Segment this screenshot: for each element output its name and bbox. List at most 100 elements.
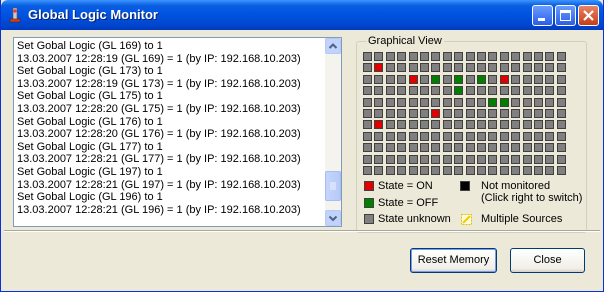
scroll-thumb[interactable] [325,171,341,201]
state-cell[interactable] [488,166,498,175]
state-cell[interactable] [488,154,498,164]
state-cell[interactable] [545,109,555,118]
state-cell[interactable] [420,109,429,118]
state-cell[interactable] [431,154,441,164]
state-cell[interactable] [465,143,475,153]
state-cell[interactable] [511,154,521,164]
state-cell[interactable] [534,166,543,175]
state-cell[interactable] [442,86,452,96]
state-cell[interactable] [374,86,384,96]
state-cell[interactable] [363,109,372,118]
state-cell[interactable] [465,131,475,141]
state-cell[interactable] [534,109,543,118]
close-window-button[interactable] [578,5,599,26]
state-cell[interactable] [465,86,475,96]
close-button[interactable]: Close [510,248,585,273]
state-cell[interactable] [385,74,395,84]
state-cell[interactable] [374,74,384,84]
state-cell[interactable] [442,74,452,84]
state-cell[interactable] [363,131,372,141]
state-cell[interactable] [385,63,395,73]
state-cell[interactable] [545,120,555,130]
state-cell[interactable] [408,154,418,164]
state-cell[interactable] [534,97,543,107]
state-cell[interactable] [454,52,464,61]
state-cell[interactable] [431,52,441,61]
state-cell[interactable] [511,120,521,130]
state-cell[interactable] [499,97,509,107]
state-cell[interactable] [385,166,395,175]
scroll-down-button[interactable] [325,210,341,226]
state-cell[interactable] [374,52,384,61]
state-cell[interactable] [556,97,566,107]
state-cell[interactable] [385,120,395,130]
state-cell[interactable] [363,97,372,107]
state-cell[interactable] [556,63,566,73]
state-cell[interactable] [556,74,566,84]
event-log[interactable]: Set Gobal Logic (GL 169) to 1 13.03.2007 … [13,37,342,227]
state-cell[interactable] [556,143,566,153]
state-cell[interactable] [374,109,384,118]
state-cell[interactable] [477,86,486,96]
state-cell[interactable] [431,63,441,73]
state-cell[interactable] [397,154,407,164]
state-cell[interactable] [385,154,395,164]
state-cell[interactable] [363,166,372,175]
state-cell[interactable] [499,74,509,84]
state-cell[interactable] [545,166,555,175]
state-cell[interactable] [511,109,521,118]
state-cell[interactable] [465,120,475,130]
state-cell[interactable] [477,74,486,84]
state-cell[interactable] [488,86,498,96]
state-cell[interactable] [477,109,486,118]
state-cell[interactable] [397,63,407,73]
state-cell[interactable] [465,74,475,84]
state-cell[interactable] [556,109,566,118]
state-cell[interactable] [385,97,395,107]
state-cell[interactable] [511,74,521,84]
state-cell[interactable] [454,143,464,153]
state-cell[interactable] [431,109,441,118]
state-cell[interactable] [363,86,372,96]
state-cell[interactable] [522,143,532,153]
log-scrollbar[interactable] [325,38,341,226]
state-cell[interactable] [374,131,384,141]
state-cell[interactable] [488,97,498,107]
state-cell[interactable] [488,109,498,118]
state-cell[interactable] [442,63,452,73]
state-cell[interactable] [522,74,532,84]
state-cell[interactable] [442,97,452,107]
state-cell[interactable] [534,120,543,130]
state-cell[interactable] [442,131,452,141]
state-cell[interactable] [397,109,407,118]
state-cell[interactable] [488,120,498,130]
state-cell[interactable] [511,86,521,96]
state-cell[interactable] [499,120,509,130]
state-cell[interactable] [499,166,509,175]
state-cell[interactable] [477,154,486,164]
state-cell[interactable] [397,120,407,130]
state-cell[interactable] [363,52,372,61]
state-cell[interactable] [488,74,498,84]
state-cell[interactable] [363,74,372,84]
state-cell[interactable] [545,52,555,61]
state-cell[interactable] [454,131,464,141]
state-cell[interactable] [511,166,521,175]
state-cell[interactable] [522,131,532,141]
state-cell[interactable] [385,143,395,153]
state-cell[interactable] [534,63,543,73]
state-cell[interactable] [545,154,555,164]
state-cell[interactable] [397,52,407,61]
state-cell[interactable] [408,166,418,175]
state-cell[interactable] [420,52,429,61]
state-cell[interactable] [454,97,464,107]
state-cell[interactable] [499,131,509,141]
state-cell[interactable] [454,63,464,73]
state-cell[interactable] [374,120,384,130]
state-cell[interactable] [408,86,418,96]
state-cell[interactable] [511,97,521,107]
state-cell[interactable] [363,154,372,164]
state-cell[interactable] [420,131,429,141]
state-cell[interactable] [408,63,418,73]
state-cell[interactable] [442,109,452,118]
